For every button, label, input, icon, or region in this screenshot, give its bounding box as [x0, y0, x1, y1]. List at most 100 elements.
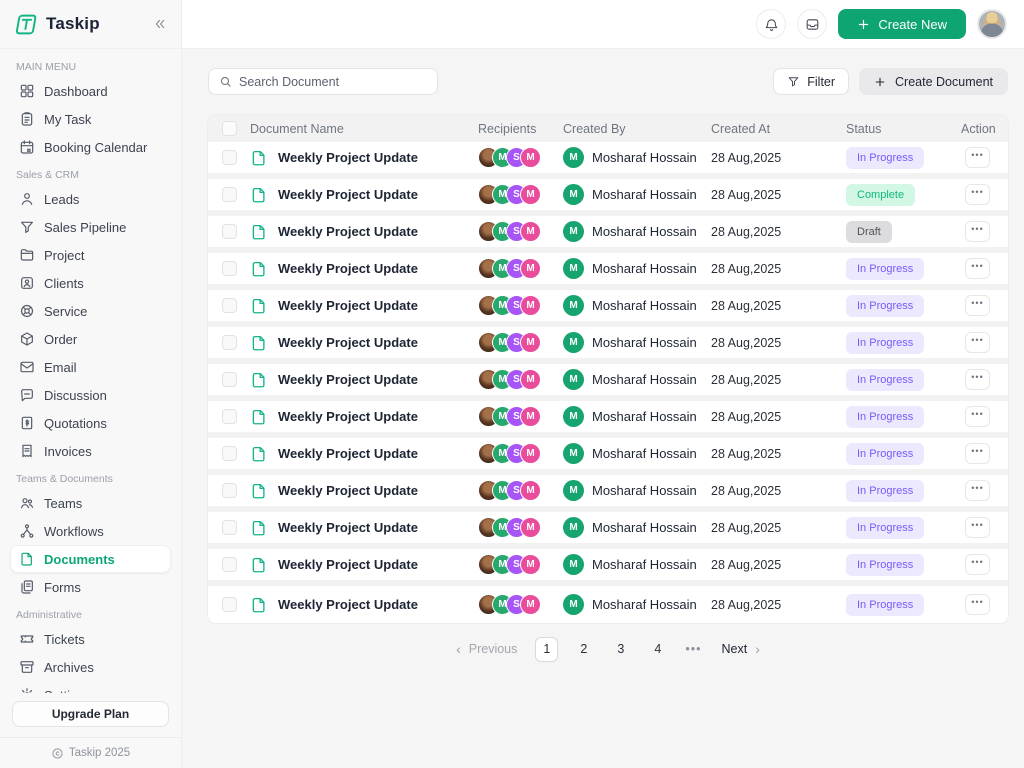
sidebar-item-discussion[interactable]: Discussion [10, 381, 171, 409]
pagination-page-2[interactable]: 2 [572, 637, 595, 662]
table-row: Weekly Project Update MSM M Mosharaf Hos… [208, 401, 1008, 438]
row-checkbox[interactable] [222, 520, 237, 535]
brand-logo[interactable]: Taskip [14, 12, 100, 37]
sidebar-item-settings[interactable]: Settings [10, 681, 171, 693]
document-name-cell[interactable]: Weekly Project Update [250, 149, 478, 167]
table-row: Weekly Project Update MSM M Mosharaf Hos… [208, 253, 1008, 290]
pagination-page-1[interactable]: 1 [535, 637, 558, 662]
sidebar-item-my-task[interactable]: My Task [10, 105, 171, 133]
creator-avatar: M [563, 554, 584, 575]
status-badge: In Progress [846, 295, 924, 317]
sidebar-item-documents[interactable]: Documents [10, 545, 171, 573]
chevrons-left-icon [153, 17, 167, 31]
row-checkbox[interactable] [222, 557, 237, 572]
row-actions-button[interactable]: ••• [965, 221, 990, 242]
sidebar-item-quotations[interactable]: Quotations [10, 409, 171, 437]
sidebar-item-booking-calendar[interactable]: Booking Calendar [10, 133, 171, 161]
sidebar-item-order[interactable]: Order [10, 325, 171, 353]
sidebar-item-label: Service [44, 304, 87, 319]
created-at-cell: 28 Aug,2025 [711, 225, 846, 239]
row-actions-button[interactable]: ••• [965, 147, 990, 168]
user-avatar[interactable] [977, 9, 1007, 39]
row-checkbox[interactable] [222, 446, 237, 461]
sidebar-item-project[interactable]: Project [10, 241, 171, 269]
sidebar-item-label: Workflows [44, 524, 104, 539]
filter-button[interactable]: Filter [773, 68, 849, 95]
upgrade-plan-button[interactable]: Upgrade Plan [12, 701, 169, 727]
sidebar-item-invoices[interactable]: Invoices [10, 437, 171, 465]
pagination-next-button[interactable]: Next› [714, 642, 768, 656]
sidebar-item-archives[interactable]: Archives [10, 653, 171, 681]
sidebar-item-service[interactable]: Service [10, 297, 171, 325]
pagination-page-3[interactable]: 3 [609, 637, 632, 662]
sidebar-item-forms[interactable]: Forms [10, 573, 171, 601]
sidebar-item-label: Leads [44, 192, 79, 207]
row-actions-button[interactable]: ••• [965, 295, 990, 316]
row-checkbox[interactable] [222, 150, 237, 165]
document-name-cell[interactable]: Weekly Project Update [250, 334, 478, 352]
row-actions-button[interactable]: ••• [965, 517, 990, 538]
sidebar-item-leads[interactable]: Leads [10, 185, 171, 213]
row-checkbox[interactable] [222, 483, 237, 498]
row-actions-button[interactable]: ••• [965, 369, 990, 390]
created-at-cell: 28 Aug,2025 [711, 447, 846, 461]
notifications-button[interactable] [756, 9, 786, 39]
document-name-cell[interactable]: Weekly Project Update [250, 556, 478, 574]
sidebar-collapse-button[interactable] [151, 15, 169, 33]
row-actions-button[interactable]: ••• [965, 480, 990, 501]
row-checkbox[interactable] [222, 409, 237, 424]
sidebar-item-label: Email [44, 360, 77, 375]
row-actions-button[interactable]: ••• [965, 406, 990, 427]
create-new-button[interactable]: Create New [838, 9, 966, 39]
document-name-cell[interactable]: Weekly Project Update [250, 223, 478, 241]
status-cell: In Progress [846, 295, 961, 317]
row-checkbox[interactable] [222, 298, 237, 313]
inbox-button[interactable] [797, 9, 827, 39]
sidebar-item-dashboard[interactable]: Dashboard [10, 77, 171, 105]
sidebar-item-clients[interactable]: Clients [10, 269, 171, 297]
sidebar-item-teams[interactable]: Teams [10, 489, 171, 517]
document-name-cell[interactable]: Weekly Project Update [250, 596, 478, 614]
document-name-cell[interactable]: Weekly Project Update [250, 186, 478, 204]
recipient-avatar: M [520, 517, 541, 538]
row-actions-button[interactable]: ••• [965, 184, 990, 205]
pagination-previous-button[interactable]: ‹Previous [448, 642, 525, 656]
row-actions-button[interactable]: ••• [965, 258, 990, 279]
pagination-page-4[interactable]: 4 [646, 637, 669, 662]
sidebar-header: Taskip [0, 0, 181, 49]
action-cell: ••• [961, 147, 994, 168]
sidebar-item-sales-pipeline[interactable]: Sales Pipeline [10, 213, 171, 241]
create-document-button[interactable]: Create Document [859, 68, 1008, 95]
document-name-cell[interactable]: Weekly Project Update [250, 445, 478, 463]
row-actions-button[interactable]: ••• [965, 594, 990, 615]
sidebar-item-tickets[interactable]: Tickets [10, 625, 171, 653]
document-name-cell[interactable]: Weekly Project Update [250, 482, 478, 500]
main-area: Create New Filter Create Document [182, 0, 1024, 768]
row-checkbox[interactable] [222, 261, 237, 276]
sidebar-item-workflows[interactable]: Workflows [10, 517, 171, 545]
row-checkbox[interactable] [222, 597, 237, 612]
row-actions-button[interactable]: ••• [965, 443, 990, 464]
document-name-cell[interactable]: Weekly Project Update [250, 297, 478, 315]
recipients-cell: MSM [478, 406, 563, 427]
table-row: Weekly Project Update MSM M Mosharaf Hos… [208, 142, 1008, 179]
document-name-cell[interactable]: Weekly Project Update [250, 371, 478, 389]
creator-avatar: M [563, 221, 584, 242]
document-name-cell[interactable]: Weekly Project Update [250, 260, 478, 278]
column-header-action: Action [961, 122, 996, 136]
document-icon [250, 371, 268, 389]
column-header-created-by: Created By [563, 122, 711, 136]
document-name-cell[interactable]: Weekly Project Update [250, 408, 478, 426]
select-all-checkbox[interactable] [222, 121, 237, 136]
sidebar-item-email[interactable]: Email [10, 353, 171, 381]
chat-icon [19, 387, 35, 403]
search-input[interactable] [239, 75, 427, 89]
row-checkbox[interactable] [222, 335, 237, 350]
row-actions-button[interactable]: ••• [965, 332, 990, 353]
created-at-cell: 28 Aug,2025 [711, 151, 846, 165]
row-checkbox[interactable] [222, 372, 237, 387]
row-checkbox[interactable] [222, 187, 237, 202]
document-name-cell[interactable]: Weekly Project Update [250, 519, 478, 537]
row-checkbox[interactable] [222, 224, 237, 239]
row-actions-button[interactable]: ••• [965, 554, 990, 575]
